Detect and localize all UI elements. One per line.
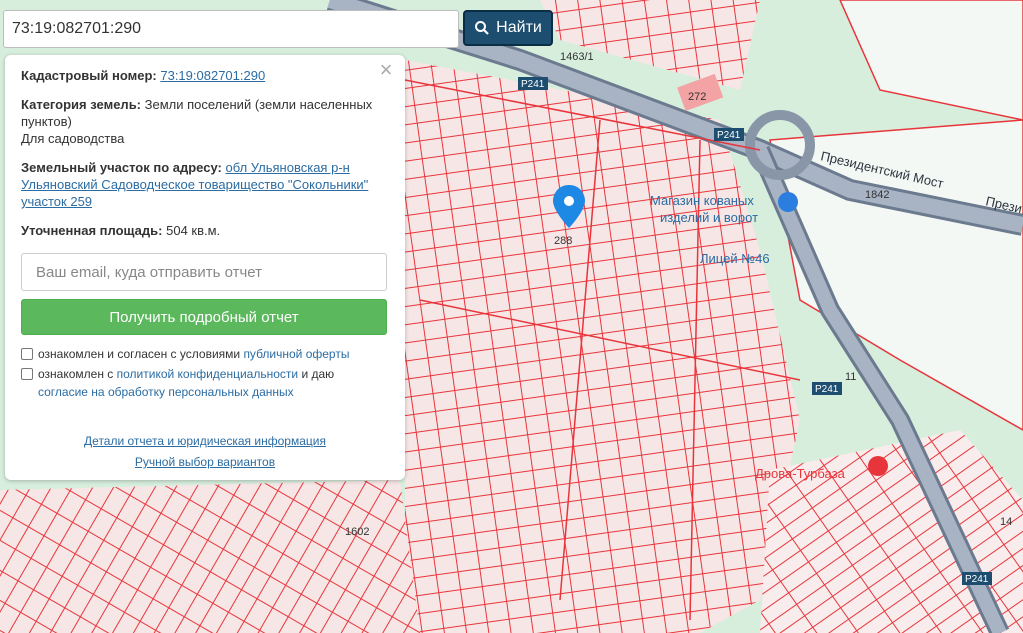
cadastral-number-link[interactable]: 73:19:082701:290 <box>160 68 265 83</box>
privacy-checkbox[interactable] <box>21 368 33 380</box>
area-value: 504 кв.м. <box>166 223 221 238</box>
privacy-consent-label: ознакомлен с политикой конфиденциальност… <box>38 367 335 399</box>
privacy-policy-link[interactable]: политикой конфиденциальности <box>117 367 298 381</box>
map-parcel-label: 11 <box>845 371 856 383</box>
search-button-label: Найти <box>496 19 542 36</box>
svg-text:P241: P241 <box>717 130 741 141</box>
area-label: Уточненная площадь: <box>21 223 163 238</box>
search-button[interactable]: Найти <box>463 10 553 46</box>
search-input[interactable] <box>3 10 459 48</box>
map-parcel-label: 1463/1 <box>560 51 594 63</box>
cadastral-label: Кадастровый номер: <box>21 68 157 83</box>
offer-link[interactable]: публичной оферты <box>243 347 349 361</box>
poi-base: Дрова-Турбаза <box>755 466 846 481</box>
personal-data-link[interactable]: согласие на обработку персональных данны… <box>38 385 294 399</box>
map-parcel-label: 1842 <box>865 189 889 201</box>
close-icon[interactable]: × <box>377 59 395 81</box>
map-parcel-label: 288 <box>554 235 572 247</box>
map-parcel-label: 14 <box>1000 516 1012 528</box>
category-label: Категория земель: <box>21 97 142 112</box>
parcel-info-panel: × Кадастровый номер: 73:19:082701:290 Ка… <box>5 55 405 480</box>
shop-poi-icon <box>778 192 798 212</box>
map-parcel-label: 1602 <box>345 526 369 538</box>
turbase-poi-icon <box>868 456 888 476</box>
address-label: Земельный участок по адресу: <box>21 160 222 175</box>
usage-value: Для садоводства <box>21 131 125 146</box>
svg-text:P241: P241 <box>521 79 545 90</box>
search-icon <box>475 21 489 35</box>
poi-shop2: изделий и ворот <box>660 210 758 225</box>
report-details-link[interactable]: Детали отчета и юридическая информация <box>84 434 326 448</box>
manual-selection-link[interactable]: Ручной выбор вариантов <box>135 455 275 469</box>
svg-text:P241: P241 <box>965 574 989 585</box>
poi-shop: Магазин кованых <box>650 193 754 208</box>
svg-text:P241: P241 <box>815 384 839 395</box>
get-report-button[interactable]: Получить подробный отчет <box>21 299 387 335</box>
offer-consent-label: ознакомлен и согласен с условиями публич… <box>38 347 350 361</box>
map-parcel-label: 272 <box>688 91 706 103</box>
offer-checkbox[interactable] <box>21 348 33 360</box>
poi-school: Лицей №46 <box>700 251 770 266</box>
email-field[interactable] <box>21 253 387 291</box>
